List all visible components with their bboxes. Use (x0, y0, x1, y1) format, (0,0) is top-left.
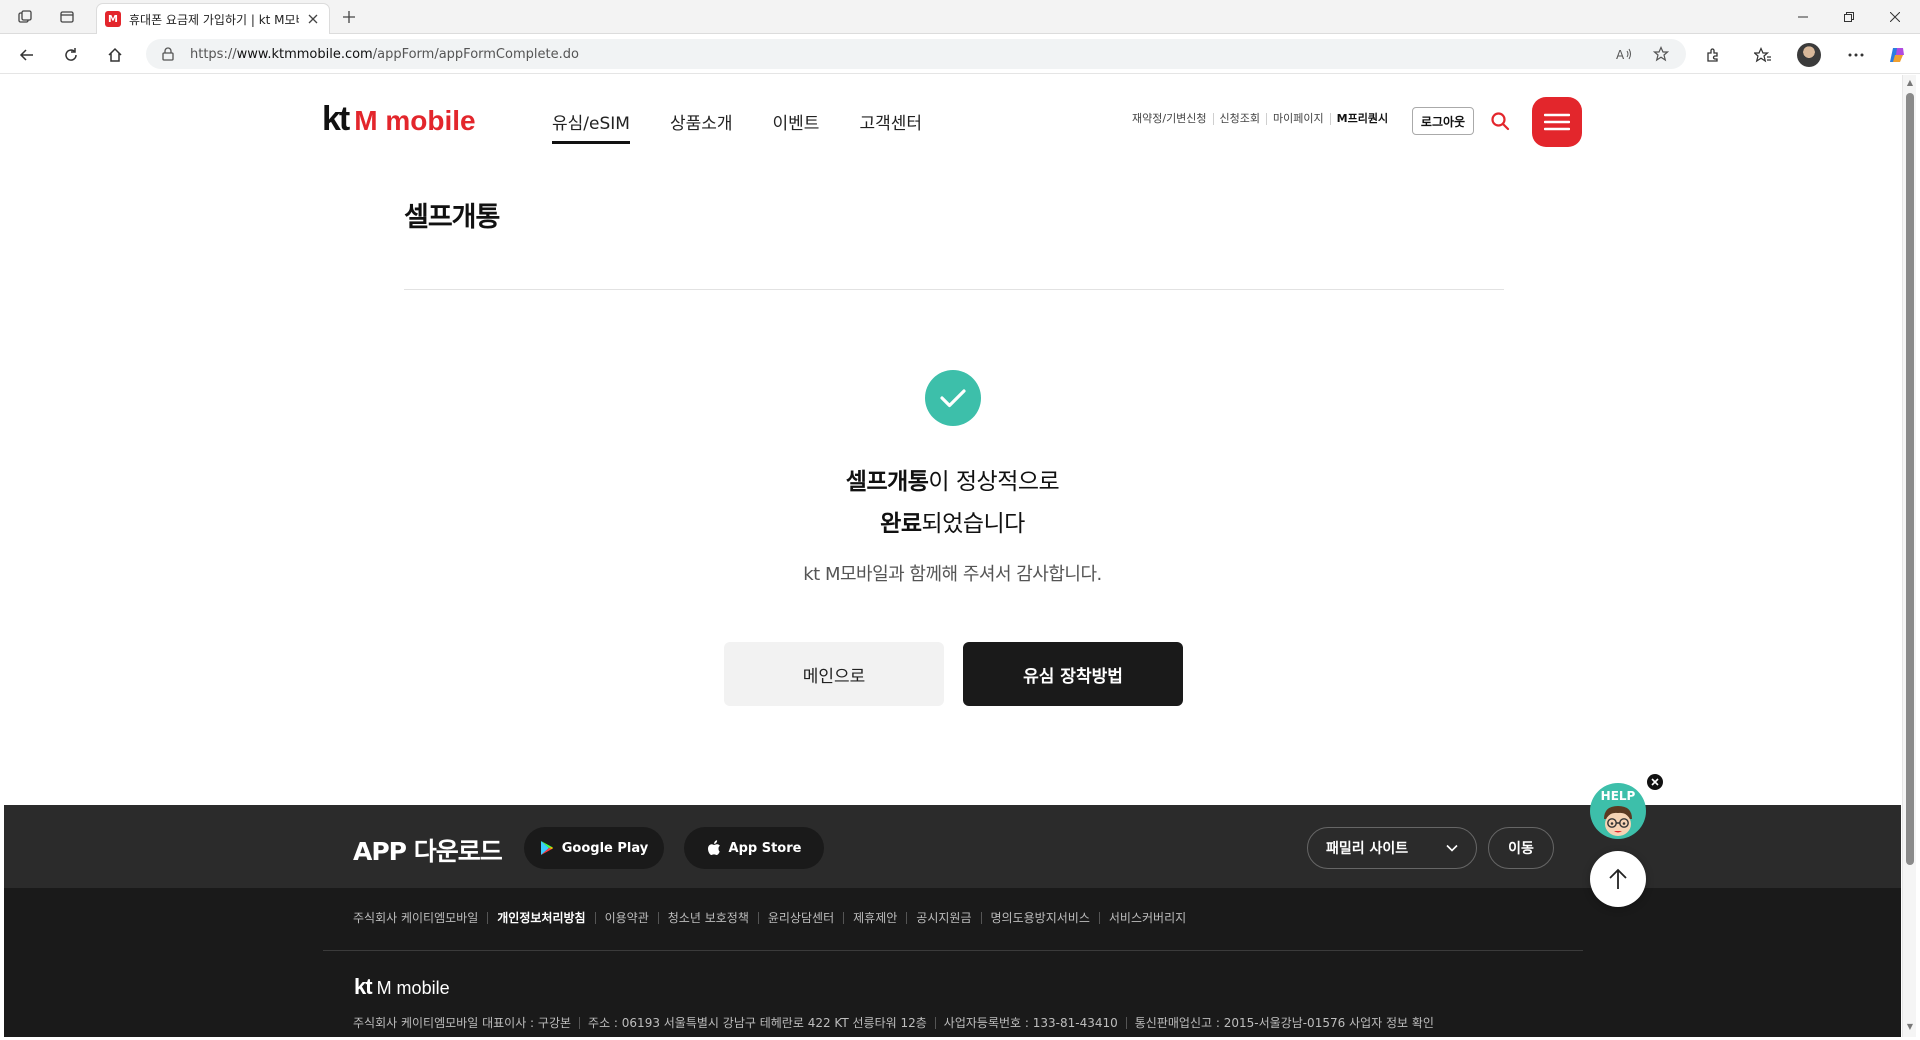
lock-icon[interactable] (160, 46, 176, 62)
footer-link-privacy[interactable]: 개인정보처리방침 (487, 912, 594, 924)
footer-divider (323, 950, 1583, 951)
hamburger-menu-icon[interactable] (1532, 97, 1582, 147)
window-close-icon[interactable] (1872, 4, 1918, 30)
scroll-top-button[interactable] (1590, 851, 1646, 907)
title-divider (404, 289, 1504, 290)
family-site-go-button[interactable]: 이동 (1488, 827, 1554, 869)
nav-products[interactable]: 상품소개 (670, 109, 733, 145)
chevron-down-icon (1446, 840, 1458, 856)
google-play-button[interactable]: Google Play (524, 827, 664, 869)
scroll-thumb[interactable] (1906, 93, 1914, 865)
help-close-icon[interactable] (1645, 772, 1665, 792)
footer-link-terms[interactable]: 이용약관 (594, 912, 658, 924)
page-title: 셀프개통 (404, 202, 500, 233)
thanks-message: kt M모바일과 함께해 주셔서 감사합니다. (803, 564, 1102, 585)
chatbot-face-icon (1604, 806, 1632, 836)
more-options-icon[interactable] (1843, 42, 1869, 68)
logout-button[interactable]: 로그아웃 (1412, 107, 1474, 135)
help-chatbot-button[interactable]: HELP (1590, 783, 1646, 839)
google-play-icon (540, 840, 554, 856)
footer-link-partnership[interactable]: 제휴제안 (843, 912, 906, 924)
copilot-icon[interactable] (1884, 42, 1910, 68)
footer-link-company[interactable]: 주식회사 케이티엠모바일 (353, 912, 487, 924)
success-check-icon (925, 370, 981, 426)
site-header: kt M mobile 유심/eSIM 상품소개 이벤트 고객센터 재약정/기변… (4, 75, 1901, 171)
footer: 주식회사 케이티엠모바일 개인정보처리방침 이용약관 청소년 보호정책 윤리상담… (4, 888, 1901, 1037)
restore-icon[interactable] (1826, 4, 1872, 30)
page-viewport: kt M mobile 유심/eSIM 상품소개 이벤트 고객센터 재약정/기변… (4, 75, 1901, 1037)
favorite-star-icon[interactable] (1650, 43, 1672, 65)
complete-message-line1: 셀프개통이 정상적으로 (845, 469, 1060, 495)
tab-title: 휴대폰 요금제 가입하기 | kt M모바일 (129, 12, 299, 27)
svg-text:A: A (1616, 48, 1625, 61)
footer-link-identity-theft[interactable]: 명의도용방지서비스 (980, 912, 1099, 924)
scroll-up-icon[interactable]: ▲ (1906, 79, 1914, 87)
util-m-frequency[interactable]: M프리퀀시 (1329, 113, 1394, 125)
tab-close-icon[interactable] (305, 11, 321, 27)
refresh-icon[interactable] (58, 42, 84, 68)
read-aloud-icon[interactable]: A (1614, 43, 1636, 65)
family-site-select[interactable]: 패밀리 사이트 (1307, 827, 1477, 869)
minimize-icon[interactable] (1780, 4, 1826, 30)
browser-toolbar: https://www.ktmmobile.com/appForm/appFor… (0, 34, 1920, 74)
util-recontract[interactable]: 재약정/기변신청 (1132, 113, 1213, 125)
util-application-status[interactable]: 신청조회 (1212, 113, 1266, 125)
sim-install-guide-button[interactable]: 유심 장착방법 (963, 642, 1183, 706)
browser-tab-active[interactable]: M 휴대폰 요금제 가입하기 | kt M모바일 (96, 3, 330, 34)
footer-logo: kt M mobile (354, 974, 450, 999)
site-favicon-icon: M (105, 11, 121, 27)
footer-link-subsidy[interactable]: 공시지원금 (906, 912, 980, 924)
browser-tab-bar: M 휴대폰 요금제 가입하기 | kt M모바일 (0, 0, 1920, 34)
search-icon[interactable] (1488, 109, 1512, 133)
app-download-title: APP 다운로드 (353, 837, 503, 866)
apple-icon (707, 840, 721, 856)
arrow-up-icon (1609, 868, 1627, 889)
footer-link-ethics[interactable]: 윤리상담센터 (757, 912, 843, 924)
nav-customer-center[interactable]: 고객센터 (859, 109, 922, 145)
go-main-button[interactable]: 메인으로 (724, 642, 944, 706)
complete-message-line2: 완료되었습니다 (880, 511, 1025, 537)
footer-link-coverage[interactable]: 서비스커버리지 (1098, 912, 1195, 924)
extensions-icon[interactable] (1700, 42, 1726, 68)
workspaces-icon[interactable] (14, 6, 36, 28)
back-icon[interactable] (14, 42, 40, 68)
footer-link-youth[interactable]: 청소년 보호정책 (657, 912, 758, 924)
utility-links: 재약정/기변신청 신청조회 마이페이지 M프리퀀시 (1132, 113, 1394, 125)
home-icon[interactable] (102, 42, 128, 68)
url-text[interactable]: https://www.ktmmobile.com/appForm/appFor… (190, 47, 1600, 62)
address-bar[interactable]: https://www.ktmmobile.com/appForm/appFor… (146, 39, 1686, 69)
company-info: 주식회사 케이티엠모바일 대표이사 : 구강본 주소 : 06193 서울특별시… (353, 1017, 1442, 1029)
main-navigation: 유심/eSIM 상품소개 이벤트 고객센터 (552, 109, 962, 145)
app-store-button[interactable]: App Store (684, 827, 824, 869)
kt-m-mobile-logo[interactable]: kt M mobile (322, 100, 476, 140)
nav-events[interactable]: 이벤트 (773, 109, 820, 145)
tab-actions-icon[interactable] (56, 6, 78, 28)
profile-avatar[interactable] (1797, 43, 1821, 67)
nav-usim-esim[interactable]: 유심/eSIM (552, 109, 630, 145)
util-mypage[interactable]: 마이페이지 (1266, 113, 1330, 125)
page-scrollbar[interactable]: ▲ ▼ (1902, 75, 1916, 1037)
new-tab-icon[interactable] (338, 6, 360, 28)
scroll-down-icon[interactable]: ▼ (1906, 1023, 1914, 1031)
favorites-icon[interactable] (1750, 42, 1776, 68)
footer-links: 주식회사 케이티엠모바일 개인정보처리방침 이용약관 청소년 보호정책 윤리상담… (353, 912, 1195, 924)
